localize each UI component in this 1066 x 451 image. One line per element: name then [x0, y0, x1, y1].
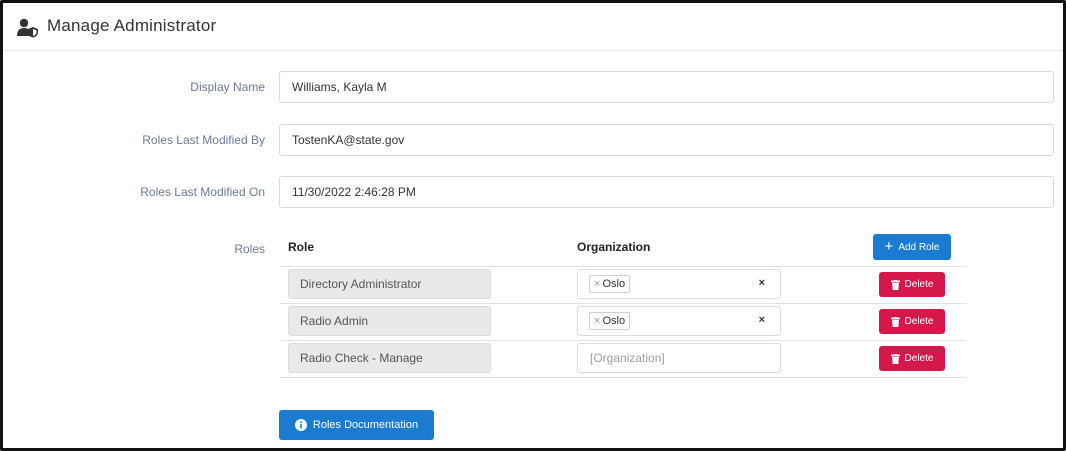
trash-icon	[890, 279, 900, 290]
role-name-field[interactable]: Directory Administrator	[288, 269, 491, 299]
row-divider	[280, 340, 966, 341]
roles-documentation-button[interactable]: Roles Documentation	[279, 410, 434, 440]
display-name-field[interactable]: Williams, Kayla M	[279, 71, 1054, 103]
delete-label: Delete	[904, 316, 934, 327]
panel-header: Manage Administrator	[3, 3, 1063, 51]
delete-role-button[interactable]: Delete	[879, 272, 945, 297]
organization-tag-label: Oslo	[602, 278, 626, 290]
organization-select[interactable]: × Oslo ×	[577, 269, 781, 299]
roles-last-modified-by-label: Roles Last Modified By	[142, 133, 265, 147]
remove-tag-icon[interactable]: ×	[594, 278, 600, 290]
display-name-label: Display Name	[190, 80, 265, 94]
trash-icon	[890, 316, 900, 327]
organization-tag: × Oslo	[589, 275, 631, 293]
add-role-button[interactable]: + Add Role	[873, 234, 951, 260]
role-column-header: Role	[288, 240, 315, 254]
organization-placeholder: [Organization]	[590, 351, 665, 365]
clear-selection-icon[interactable]: ×	[759, 277, 765, 289]
roles-documentation-label: Roles Documentation	[312, 419, 419, 431]
organization-select[interactable]: [Organization]	[577, 343, 781, 373]
trash-icon	[890, 353, 900, 364]
user-shield-icon	[17, 18, 38, 38]
row-divider	[280, 377, 966, 378]
row-divider	[280, 303, 966, 304]
plus-icon: +	[884, 237, 894, 255]
role-name-field[interactable]: Radio Check - Manage	[288, 343, 491, 373]
roles-label: Roles	[234, 242, 265, 256]
delete-label: Delete	[904, 279, 934, 290]
organization-column-header: Organization	[577, 240, 651, 254]
organization-tag: × Oslo	[589, 312, 631, 330]
organization-select[interactable]: × Oslo ×	[577, 306, 781, 336]
delete-label: Delete	[904, 353, 934, 364]
roles-last-modified-on-field[interactable]: 11/30/2022 2:46:28 PM	[279, 176, 1054, 208]
info-icon	[294, 419, 307, 431]
clear-selection-icon[interactable]: ×	[759, 314, 765, 326]
page-title: Manage Administrator	[47, 16, 217, 35]
roles-last-modified-by-field[interactable]: TostenKA@state.gov	[279, 124, 1054, 156]
organization-tag-label: Oslo	[602, 315, 626, 327]
row-divider	[280, 266, 966, 267]
delete-role-button[interactable]: Delete	[879, 309, 945, 334]
add-role-label: Add Role	[898, 241, 940, 253]
role-name-field[interactable]: Radio Admin	[288, 306, 491, 336]
roles-last-modified-on-label: Roles Last Modified On	[140, 185, 265, 199]
manage-administrator-panel: Manage Administrator Display Name Willia…	[0, 0, 1066, 451]
remove-tag-icon[interactable]: ×	[594, 315, 600, 327]
delete-role-button[interactable]: Delete	[879, 346, 945, 371]
